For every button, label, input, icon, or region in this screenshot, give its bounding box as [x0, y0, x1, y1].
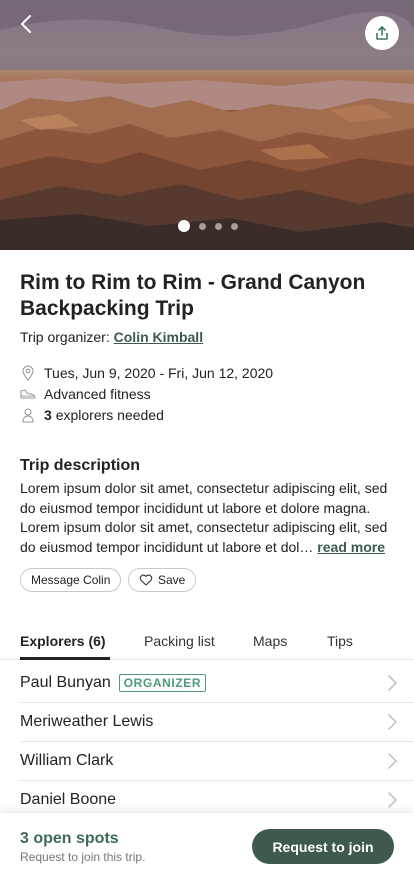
dates-text: Tues, Jun 9, 2020 - Fri, Jun 12, 2020 [44, 365, 274, 381]
chevron-right-icon [388, 753, 397, 769]
shoe-icon [20, 386, 36, 402]
location-pin-icon [20, 365, 36, 381]
explorer-name: Paul Bunyan [20, 674, 111, 691]
explorers-needed-text: 3 explorers needed [44, 407, 164, 423]
organizer-badge: ORGANIZER [118, 674, 207, 692]
heart-icon [139, 574, 153, 586]
description-line: Lorem ipsum dolor sit amet, consectetur … [20, 480, 388, 496]
open-spots-count: 3 open spots [20, 830, 119, 847]
tab-packing-list[interactable]: Packing list [144, 633, 215, 649]
explorers-count: 3 [44, 407, 52, 423]
description-line: do eiusmod tempor incididunt ut labore e… [20, 499, 371, 516]
description-heading: Trip description [20, 457, 141, 474]
carousel-dot[interactable] [231, 223, 238, 230]
fitness-text: Advanced fitness [44, 386, 151, 402]
trip-explorers-needed: 3 explorers needed [20, 407, 164, 423]
explorer-name: Meriweather Lewis [20, 713, 154, 730]
organizer-label: Trip organizer: [20, 329, 110, 345]
canyon-photo [0, 0, 414, 250]
explorers-needed-label: explorers needed [55, 407, 164, 423]
person-icon [20, 407, 36, 423]
message-button-label: Message Colin [31, 573, 111, 587]
trip-tabs: Explorers (6) Packing list Maps Tips [0, 630, 414, 660]
hero-image-carousel[interactable] [0, 0, 414, 250]
tab-tips[interactable]: Tips [327, 633, 353, 649]
read-more-link[interactable]: read more [317, 539, 385, 555]
tab-explorers[interactable]: Explorers (6) [20, 633, 106, 649]
trip-organizer: Trip organizer: Colin Kimball [20, 329, 203, 345]
explorer-name: William Clark [20, 752, 114, 769]
save-button-label: Save [158, 573, 186, 587]
trip-dates: Tues, Jun 9, 2020 - Fri, Jun 12, 2020 [20, 365, 273, 381]
tab-maps[interactable]: Maps [253, 633, 287, 649]
description-line: Lorem ipsum dolor sit amet, consectetur … [20, 519, 388, 535]
save-button[interactable]: Save [128, 568, 197, 592]
description-line: do eiusmod tempor incididunt ut labore e… [20, 538, 398, 558]
chevron-right-icon [388, 714, 397, 730]
chevron-left-icon [21, 15, 31, 33]
description-line-truncated: do eiusmod tempor incididunt ut labore e… [20, 538, 314, 555]
chevron-right-icon [388, 675, 397, 691]
explorer-list: Paul Bunyan ORGANIZER Meriweather Lewis … [0, 664, 414, 820]
explorer-row[interactable]: Meriweather Lewis [20, 703, 414, 742]
carousel-dots [0, 220, 414, 232]
message-organizer-button[interactable]: Message Colin [20, 568, 122, 592]
trip-fitness: Advanced fitness [20, 386, 151, 402]
carousel-dot[interactable] [199, 223, 206, 230]
description-body: Lorem ipsum dolor sit amet, consectetur … [20, 479, 398, 557]
share-icon [376, 26, 388, 40]
back-button[interactable] [12, 10, 40, 38]
open-spots-subtext: Request to join this trip. [20, 850, 146, 864]
explorer-name: Daniel Boone [20, 791, 117, 808]
carousel-dot[interactable] [215, 223, 222, 230]
explorer-row[interactable]: Paul Bunyan ORGANIZER [20, 664, 414, 703]
share-button[interactable] [365, 16, 399, 50]
explorer-row[interactable]: William Clark [20, 742, 414, 781]
join-footer: 3 open spots Request to join this trip. … [0, 813, 414, 896]
active-tab-indicator [20, 657, 110, 660]
carousel-dot[interactable] [178, 220, 190, 232]
request-to-join-button[interactable]: Request to join [252, 829, 394, 864]
organizer-link[interactable]: Colin Kimball [114, 329, 203, 345]
chevron-right-icon [388, 792, 397, 808]
trip-title: Rim to Rim to Rim - Grand Canyon Backpac… [20, 271, 366, 320]
